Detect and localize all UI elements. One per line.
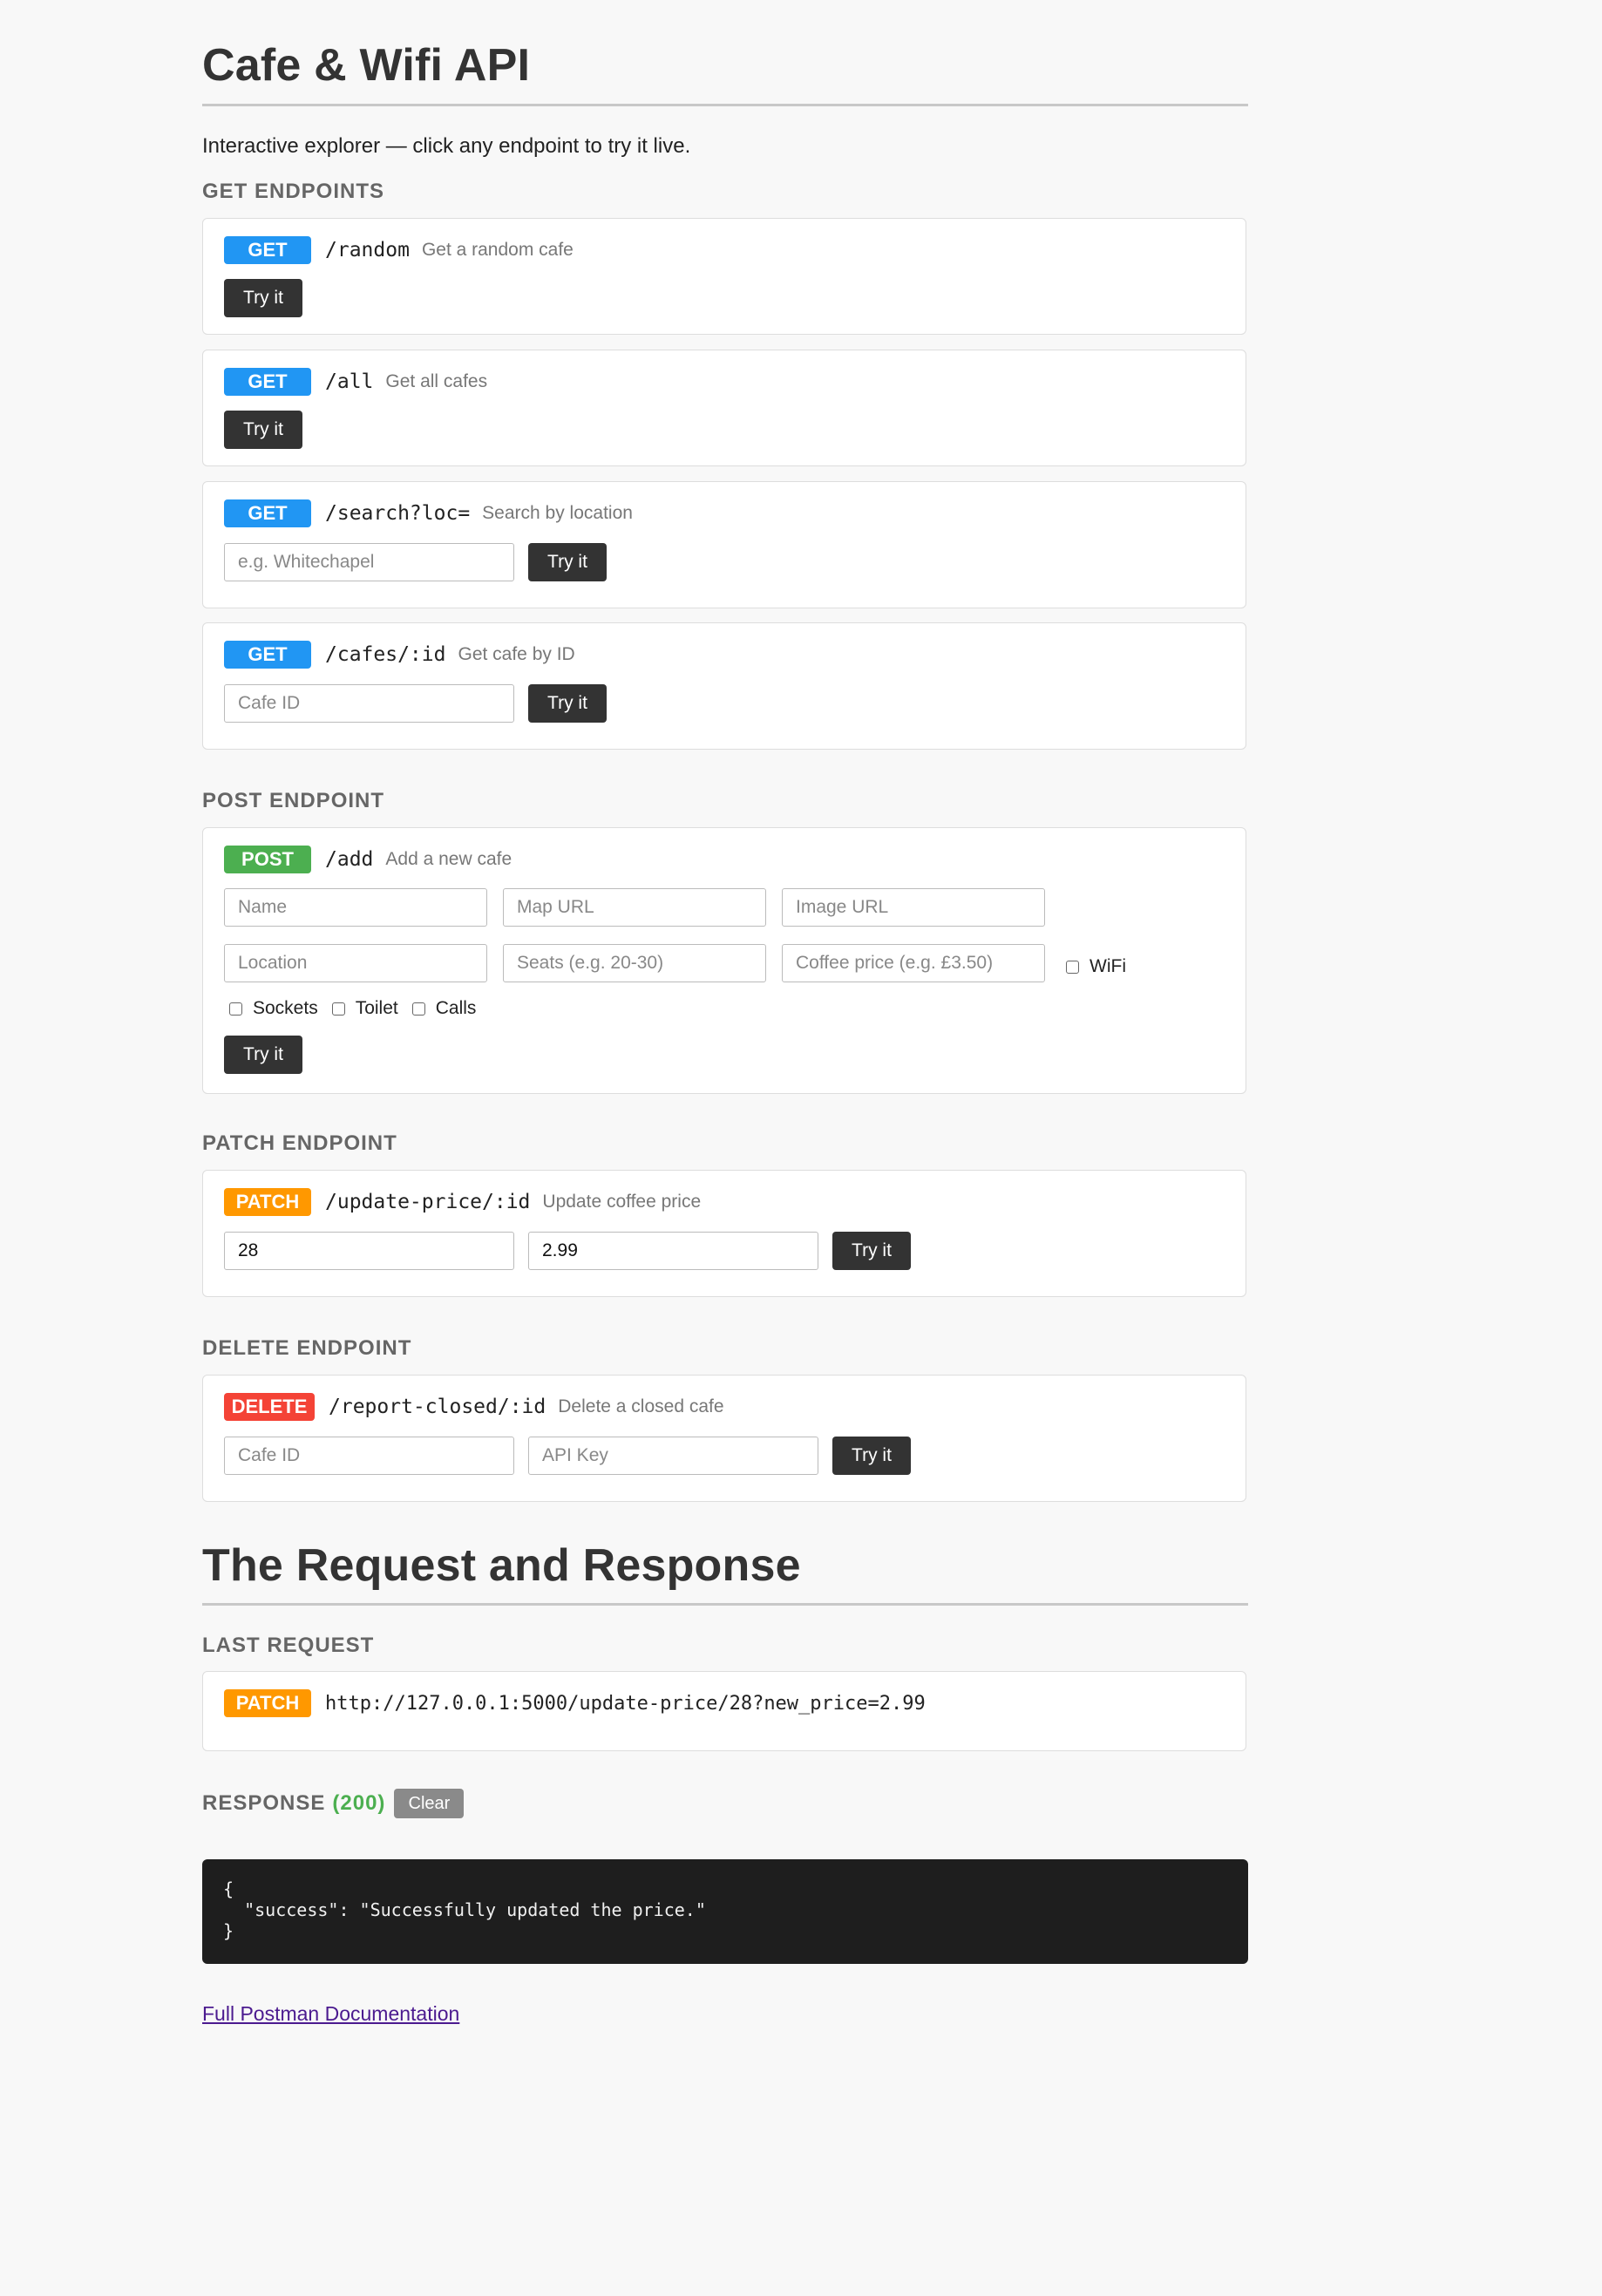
response-label: RESPONSE (202, 1791, 326, 1815)
intro-text: Interactive explorer — click any endpoin… (202, 134, 691, 158)
last-request-url: http://127.0.0.1:5000/update-price/28?ne… (325, 1692, 926, 1715)
wifi-checkbox[interactable]: WiFi (1066, 956, 1126, 977)
endpoint-description: Add a new cafe (385, 849, 513, 869)
status-badge: (200) (332, 1791, 386, 1815)
wifi-label: WiFi (1089, 956, 1126, 976)
endpoint-path: /cafes/:id (325, 643, 446, 666)
last-request-card: PATCH http://127.0.0.1:5000/update-price… (202, 1671, 1246, 1751)
endpoint-description: Get all cafes (385, 371, 488, 391)
post-section-title: POST ENDPOINT (202, 789, 385, 812)
checkbox-box[interactable] (411, 1002, 425, 1016)
endpoint-card-cafe-by-id: GET /cafes/:id Get cafe by ID Cafe ID Tr… (202, 622, 1246, 750)
sockets-checkbox[interactable]: Sockets (229, 998, 318, 1019)
response-body: { "success": "Successfully updated the p… (202, 1859, 1248, 1964)
endpoint-description: Get cafe by ID (458, 644, 575, 664)
request-response-divider (202, 1603, 1248, 1606)
response-header: RESPONSE (200) Clear (202, 1789, 465, 1818)
method-badge-get: GET (224, 368, 311, 396)
endpoint-description: Get a random cafe (421, 240, 574, 260)
page-title: Cafe & Wifi API (202, 40, 531, 91)
method-badge-get: GET (224, 236, 311, 264)
endpoint-card-search: GET /search?loc= Search by location e.g.… (202, 481, 1246, 608)
try-all-button[interactable]: Try it (224, 411, 302, 449)
method-badge-get: GET (224, 641, 311, 669)
try-report-closed-button[interactable]: Try it (832, 1437, 911, 1475)
checkbox-box[interactable] (331, 1002, 345, 1016)
endpoint-card-update-price: PATCH /update-price/:id Update coffee pr… (202, 1170, 1246, 1297)
cafe-id-field[interactable]: Cafe ID (224, 1437, 514, 1475)
delete-section-title: DELETE ENDPOINT (202, 1336, 412, 1360)
method-badge-patch: PATCH (224, 1188, 311, 1216)
image-url-field[interactable]: Image URL (782, 888, 1045, 927)
last-request-label: LAST REQUEST (202, 1634, 375, 1657)
try-cafe-by-id-button[interactable]: Try it (528, 684, 607, 723)
header: Cafe & Wifi API (202, 38, 1248, 92)
try-add-button[interactable]: Try it (224, 1036, 302, 1074)
get-section-title: GET ENDPOINTS (202, 180, 385, 203)
new-price-field[interactable]: 2.99 (528, 1232, 818, 1270)
seats-field[interactable]: Seats (e.g. 20-30) (503, 944, 766, 982)
calls-checkbox[interactable]: Calls (411, 998, 477, 1019)
toilet-checkbox[interactable]: Toilet (331, 998, 398, 1019)
page: Cafe & Wifi API Interactive explorer — c… (0, 0, 1602, 2296)
endpoint-path: /random (325, 239, 410, 262)
cafe-id-field[interactable]: 28 (224, 1232, 514, 1270)
endpoint-card-report-closed: DELETE /report-closed/:id Delete a close… (202, 1375, 1246, 1502)
endpoint-path: /all (325, 370, 374, 393)
toilet-label: Toilet (355, 998, 398, 1018)
postman-docs-link[interactable]: Full Postman Documentation (202, 2002, 459, 2026)
title-divider (202, 104, 1248, 106)
endpoint-card-all: GET /all Get all cafes Try it (202, 350, 1246, 466)
api-key-field[interactable]: API Key (528, 1437, 818, 1475)
try-update-price-button[interactable]: Try it (832, 1232, 911, 1270)
request-response-title: The Request and Response (202, 1540, 801, 1591)
checkbox-box[interactable] (229, 1002, 242, 1016)
endpoint-description: Search by location (482, 503, 633, 523)
endpoint-path: /add (325, 848, 374, 871)
sockets-label: Sockets (253, 998, 318, 1018)
endpoint-description: Update coffee price (542, 1192, 702, 1212)
endpoint-description: Delete a closed cafe (558, 1396, 724, 1416)
cafe-id-input[interactable]: Cafe ID (224, 684, 514, 723)
try-random-button[interactable]: Try it (224, 279, 302, 317)
endpoint-card-add: POST /add Add a new cafe Name Map URL Im… (202, 827, 1246, 1094)
method-badge-patch: PATCH (224, 1689, 311, 1717)
name-field[interactable]: Name (224, 888, 487, 927)
clear-button[interactable]: Clear (394, 1789, 465, 1818)
search-location-input[interactable]: e.g. Whitechapel (224, 543, 514, 581)
try-search-button[interactable]: Try it (528, 543, 607, 581)
map-url-field[interactable]: Map URL (503, 888, 766, 927)
method-badge-delete: DELETE (224, 1393, 315, 1421)
location-field[interactable]: Location (224, 944, 487, 982)
endpoint-path: /report-closed/:id (329, 1396, 546, 1418)
endpoint-card-random: GET /random Get a random cafe Try it (202, 218, 1246, 335)
endpoint-path: /search?loc= (325, 502, 471, 525)
checkbox-box[interactable] (1066, 960, 1079, 974)
method-badge-post: POST (224, 846, 311, 873)
patch-section-title: PATCH ENDPOINT (202, 1131, 397, 1155)
method-badge-get: GET (224, 499, 311, 527)
calls-label: Calls (435, 998, 477, 1018)
request-response-header: The Request and Response (202, 1539, 1248, 1593)
coffee-price-field[interactable]: Coffee price (e.g. £3.50) (782, 944, 1045, 982)
endpoint-path: /update-price/:id (325, 1191, 531, 1213)
